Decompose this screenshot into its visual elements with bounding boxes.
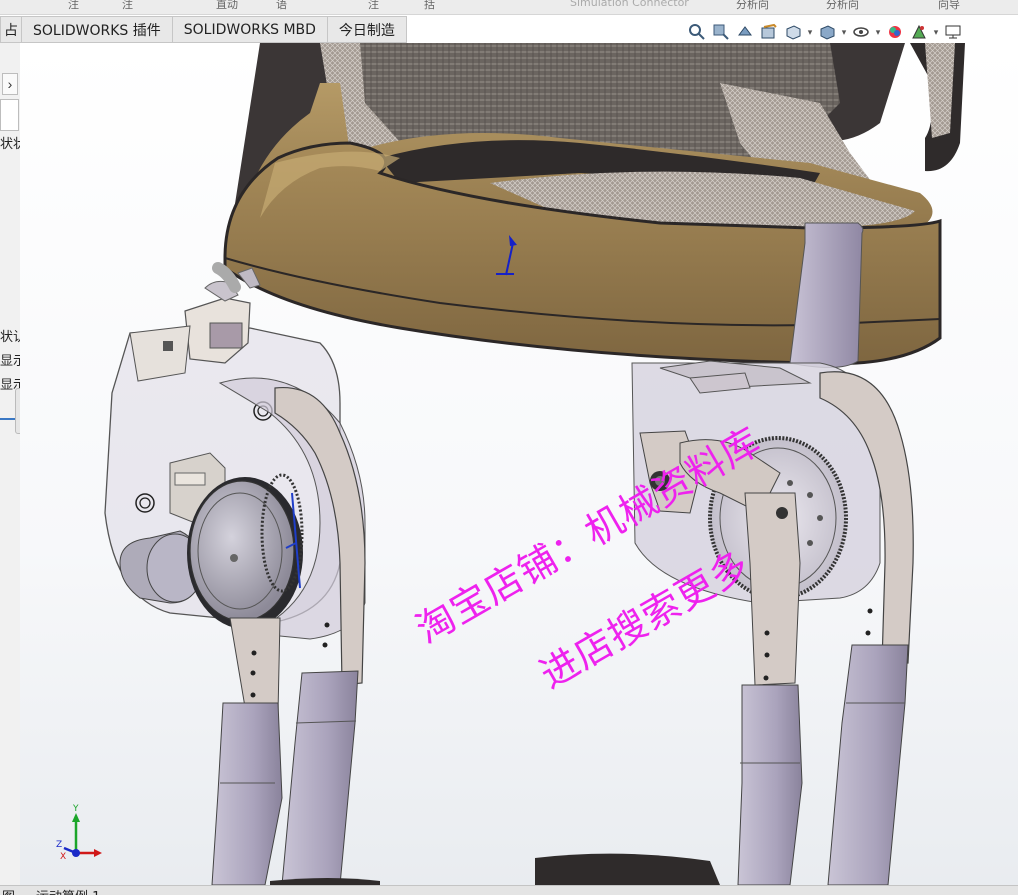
expand-arrow-icon[interactable]: › [2, 73, 18, 95]
zoom-area-icon[interactable] [710, 21, 732, 43]
chevron-down-icon[interactable]: ▾ [806, 27, 814, 38]
ribbon-label[interactable]: Simulation Connector [570, 0, 689, 9]
feature-manager-panel: › 状状 状认 显示 显示 [0, 43, 21, 893]
ribbon-label[interactable]: 直动 [216, 0, 238, 12]
ribbon-label[interactable]: 括 [424, 0, 435, 12]
hide-show-icon[interactable] [850, 21, 872, 43]
tab-solidworks-addins[interactable]: SOLIDWORKS 插件 [22, 16, 173, 43]
panel-field[interactable] [0, 99, 19, 131]
ribbon-label[interactable]: 注 [368, 0, 379, 12]
chevron-down-icon[interactable]: ▾ [932, 27, 940, 38]
command-ribbon: 注 注 直动 语 注 括 Simulation Connector 分析向 分析… [0, 0, 1018, 15]
ribbon-label[interactable]: 注 [122, 0, 133, 12]
right-shin-tube-1[interactable] [737, 684, 803, 885]
panel-text: 状认 [0, 330, 20, 345]
ribbon-label[interactable]: 语 [276, 0, 287, 12]
previous-view-icon[interactable] [734, 21, 756, 43]
triad-y-label: Y [73, 804, 79, 814]
display-style-icon[interactable] [816, 21, 838, 43]
command-manager-tabs: 占 SOLIDWORKS 插件 SOLIDWORKS MBD 今日制造 [0, 16, 410, 43]
heads-up-view-toolbar: ▾ ▾ ▾ ▾ [686, 20, 1018, 44]
ribbon-label[interactable]: 分析向 [736, 0, 769, 12]
panel-text: 显示 [0, 354, 20, 369]
graphics-viewport[interactable]: 淘宝店铺：机械资料库 进店搜索更多 Y Z X [20, 43, 1018, 885]
right-shin-tube-2[interactable] [827, 644, 909, 885]
left-shin-tube-2[interactable] [281, 670, 359, 885]
tab-make-today[interactable]: 今日制造 [327, 16, 407, 43]
triad-x-label: X [60, 852, 67, 862]
exoskeleton-model [104, 43, 965, 885]
triad-z-label: Z [56, 840, 63, 850]
tab-solidworks-mbd[interactable]: SOLIDWORKS MBD [172, 16, 328, 43]
panel-text: 状状 [0, 137, 20, 152]
ribbon-label[interactable]: 分析向 [826, 0, 859, 12]
reference-triad: Y Z X [56, 804, 106, 868]
ribbon-label[interactable]: 向导 [938, 0, 960, 12]
zoom-to-fit-icon[interactable] [686, 21, 708, 43]
ribbon-label[interactable]: 注 [68, 0, 79, 12]
section-view-icon[interactable] [758, 21, 780, 43]
left-shin-tube-1[interactable] [211, 702, 283, 885]
foot-strap[interactable] [535, 853, 720, 885]
tab-partial[interactable]: 占 [0, 16, 22, 43]
chevron-down-icon[interactable]: ▾ [840, 27, 848, 38]
display-monitor-icon[interactable] [942, 21, 964, 43]
right-front-link[interactable] [744, 492, 801, 686]
edit-appearance-icon[interactable] [884, 21, 906, 43]
left-front-link[interactable] [229, 617, 281, 714]
chevron-down-icon[interactable]: ▾ [874, 27, 882, 38]
scene-icon[interactable] [908, 21, 930, 43]
view-orientation-icon[interactable] [782, 21, 804, 43]
